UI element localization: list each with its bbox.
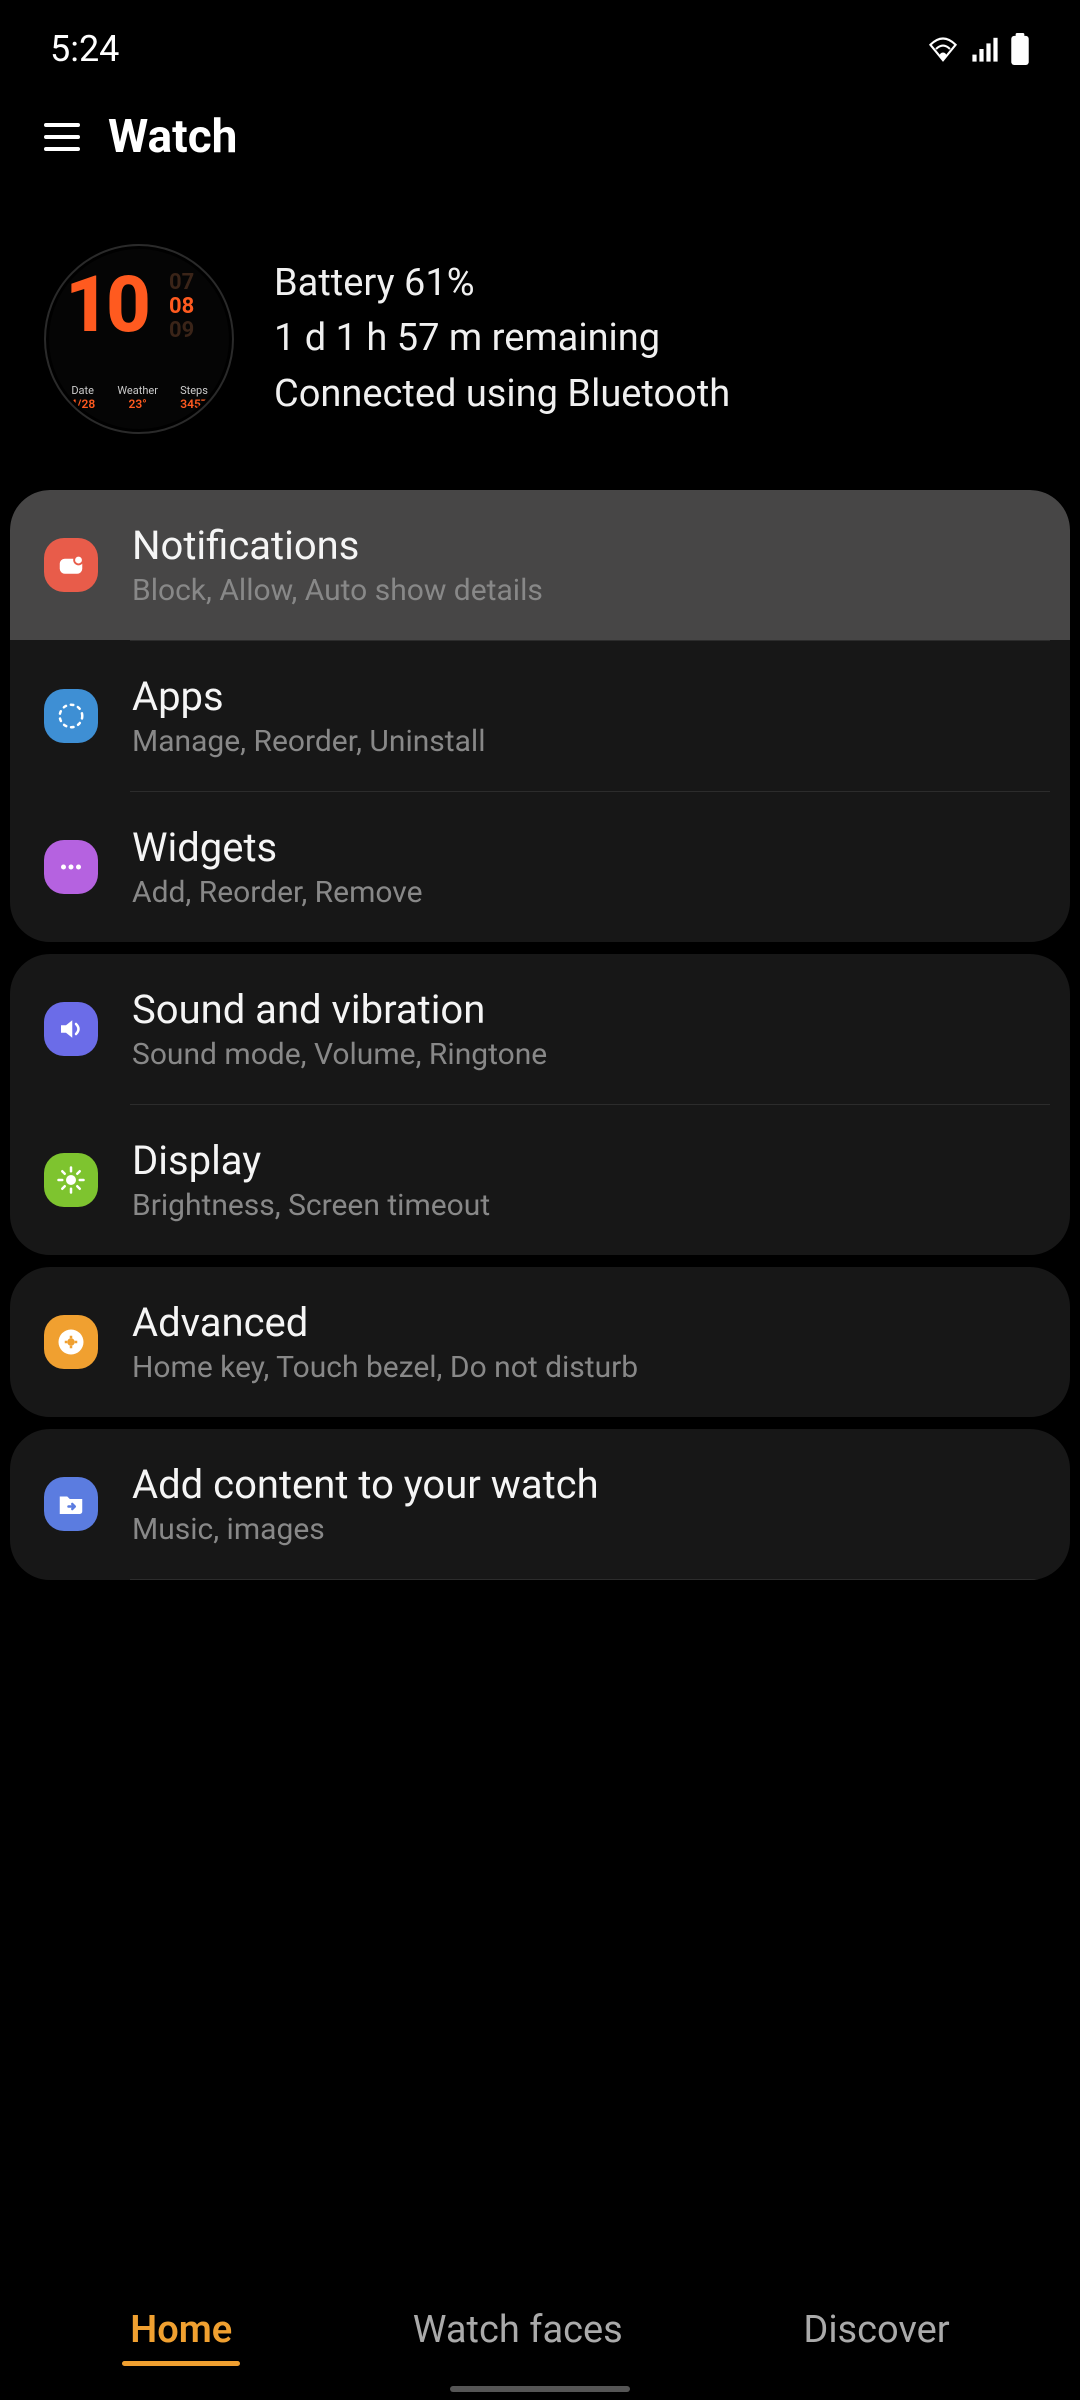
item-notifications[interactable]: Notifications Block, Allow, Auto show de… bbox=[10, 490, 1070, 640]
item-title: Sound and vibration bbox=[132, 986, 547, 1033]
connection-text: Connected using Bluetooth bbox=[274, 369, 730, 420]
item-subtitle: Block, Allow, Auto show details bbox=[132, 573, 543, 608]
wifi-icon bbox=[926, 35, 960, 63]
item-subtitle: Manage, Reorder, Uninstall bbox=[132, 724, 486, 759]
battery-icon bbox=[1010, 33, 1030, 65]
app-header: Watch bbox=[0, 80, 1080, 184]
item-subtitle: Brightness, Screen timeout bbox=[132, 1188, 490, 1223]
item-subtitle: Add, Reorder, Remove bbox=[132, 875, 423, 910]
settings-group-1: Notifications Block, Allow, Auto show de… bbox=[10, 490, 1070, 942]
item-subtitle: Music, images bbox=[132, 1512, 599, 1547]
watch-face-preview[interactable]: 10 07 08 09 Date 4/28 Weather 23° Steps … bbox=[44, 244, 234, 434]
item-subtitle: Home key, Touch bezel, Do not disturb bbox=[132, 1350, 638, 1385]
watchface-stat-weather: Weather 23° bbox=[117, 384, 158, 411]
settings-group-3: Advanced Home key, Touch bezel, Do not d… bbox=[10, 1267, 1070, 1417]
apps-icon bbox=[44, 689, 98, 743]
watchface-stat-date: Date 4/28 bbox=[70, 384, 95, 411]
item-subtitle: Sound mode, Volume, Ringtone bbox=[132, 1037, 547, 1072]
watchface-stat-steps: Steps 3457 bbox=[180, 384, 208, 411]
item-apps[interactable]: Apps Manage, Reorder, Uninstall bbox=[10, 641, 1070, 791]
status-bar: 5:24 bbox=[0, 0, 1080, 80]
item-title: Widgets bbox=[132, 824, 423, 871]
item-title: Notifications bbox=[132, 522, 543, 569]
notifications-icon bbox=[44, 538, 98, 592]
divider bbox=[130, 1579, 1050, 1580]
sound-icon bbox=[44, 1002, 98, 1056]
gear-icon bbox=[44, 1315, 98, 1369]
status-time: 5:24 bbox=[50, 28, 119, 70]
item-sound[interactable]: Sound and vibration Sound mode, Volume, … bbox=[10, 954, 1070, 1104]
item-advanced[interactable]: Advanced Home key, Touch bezel, Do not d… bbox=[10, 1267, 1070, 1417]
page-title: Watch bbox=[108, 110, 237, 164]
watch-summary[interactable]: 10 07 08 09 Date 4/28 Weather 23° Steps … bbox=[0, 184, 1080, 484]
watch-status-text: Battery 61% 1 d 1 h 57 m remaining Conne… bbox=[274, 258, 730, 420]
item-widgets[interactable]: Widgets Add, Reorder, Remove bbox=[10, 792, 1070, 942]
settings-group-4: Add content to your watch Music, images bbox=[10, 1429, 1070, 1580]
bottom-nav: Home Watch faces Discover bbox=[0, 2280, 1080, 2360]
signal-icon bbox=[970, 35, 1000, 63]
item-display[interactable]: Display Brightness, Screen timeout bbox=[10, 1105, 1070, 1255]
item-title: Advanced bbox=[132, 1299, 638, 1346]
widgets-icon bbox=[44, 840, 98, 894]
battery-text: Battery 61% bbox=[274, 258, 730, 309]
watchface-minutes-column: 07 08 09 bbox=[169, 271, 194, 344]
menu-icon[interactable] bbox=[44, 123, 80, 151]
tab-watch-faces[interactable]: Watch faces bbox=[409, 2300, 627, 2360]
folder-arrow-icon bbox=[44, 1477, 98, 1531]
watchface-hour: 10 bbox=[65, 267, 147, 345]
remaining-text: 1 d 1 h 57 m remaining bbox=[274, 313, 730, 364]
gesture-bar bbox=[450, 2386, 630, 2392]
tab-home[interactable]: Home bbox=[126, 2300, 236, 2360]
item-add-content[interactable]: Add content to your watch Music, images bbox=[10, 1429, 1070, 1579]
brightness-icon bbox=[44, 1153, 98, 1207]
settings-group-2: Sound and vibration Sound mode, Volume, … bbox=[10, 954, 1070, 1255]
item-title: Add content to your watch bbox=[132, 1461, 599, 1508]
item-title: Display bbox=[132, 1137, 490, 1184]
tab-discover[interactable]: Discover bbox=[799, 2300, 953, 2360]
item-title: Apps bbox=[132, 673, 486, 720]
status-icons bbox=[926, 33, 1030, 65]
